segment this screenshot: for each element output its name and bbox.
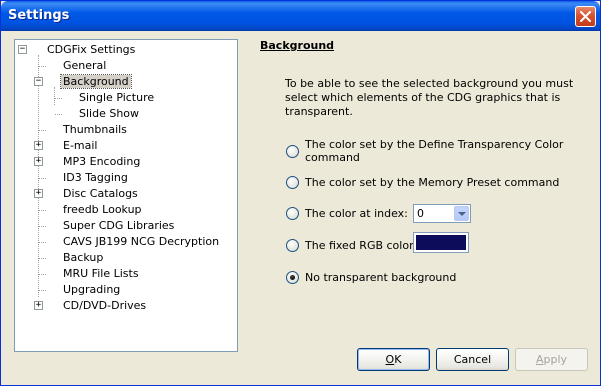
rgb-color-swatch [416, 235, 466, 250]
tree-connector [39, 290, 46, 291]
tree-item[interactable]: Super CDG Libraries [61, 218, 176, 234]
tree-connector [39, 210, 46, 211]
cancel-label: Cancel [453, 353, 492, 366]
tree-item-label: Single Picture [79, 91, 155, 104]
close-button[interactable] [575, 6, 596, 27]
apply-button[interactable]: Apply [515, 348, 588, 371]
option-memory-preset[interactable]: The color set by the Memory Preset comma… [286, 174, 559, 190]
tree-item[interactable]: General [61, 58, 108, 74]
radio-memory-preset[interactable] [286, 175, 299, 189]
apply-label: pply [543, 353, 568, 366]
radio-fixed-rgb[interactable] [286, 238, 299, 252]
tree-connector [39, 274, 46, 275]
panel-description: To be able to see the selected backgroun… [285, 77, 574, 118]
window-title: Settings [8, 8, 70, 23]
ok-label: K [394, 353, 402, 366]
expand-icon[interactable]: + [34, 301, 43, 310]
tree-item-label: CD/DVD-Drives [63, 299, 147, 312]
apply-mnemonic: A [535, 353, 544, 366]
tree-item[interactable]: Background [60, 74, 132, 90]
tree-item-label: MRU File Lists [63, 267, 139, 280]
tree-item[interactable]: Upgrading [61, 282, 122, 298]
radio-color-index[interactable] [286, 206, 299, 220]
tree-connector [54, 87, 55, 105]
tree-item[interactable]: Thumbnails [61, 122, 129, 138]
tree-item-label: E-mail [63, 139, 98, 152]
radio-define-transparency[interactable] [286, 144, 299, 158]
collapse-icon[interactable]: − [34, 77, 43, 86]
option-label: The color at index: [305, 206, 408, 220]
dialog-client-area: − CDGFix Settings General − Background Single… [4, 31, 597, 384]
tree-connector [39, 258, 46, 259]
expand-icon[interactable]: + [34, 157, 43, 166]
panel-title: Background [260, 39, 335, 52]
tree-item[interactable]: Disc Catalogs [61, 186, 140, 202]
tree-item[interactable]: MP3 Encoding [61, 154, 142, 170]
tree-item[interactable]: Slide Show [77, 106, 141, 122]
tree-item-label: freedb Lookup [63, 203, 142, 216]
option-color-index[interactable]: The color at index: [286, 205, 408, 221]
tree-item[interactable]: ID3 Tagging [61, 170, 130, 186]
title-bar[interactable]: Settings [1, 1, 600, 31]
tree-item[interactable]: MRU File Lists [61, 266, 141, 282]
tree-connector [39, 242, 46, 243]
tree-item-label: CDGFix Settings [47, 43, 136, 56]
tree-item-label: Slide Show [79, 107, 140, 120]
tree-item-label: Backup [63, 251, 104, 264]
tree-item-label: Thumbnails [63, 123, 127, 136]
tree-item[interactable]: CD/DVD-Drives [61, 298, 148, 314]
tree-connector [39, 66, 46, 67]
tree-item[interactable]: Backup [61, 250, 105, 266]
ok-mnemonic: O [385, 353, 395, 366]
option-label: The fixed RGB color: [305, 238, 418, 252]
tree-item-label: ID3 Tagging [63, 171, 128, 184]
tree-item-label: Background [60, 74, 132, 89]
chevron-down-icon[interactable] [454, 206, 469, 221]
tree-connector [38, 55, 39, 297]
option-define-transparency[interactable]: The color set by the Define Transparency… [286, 138, 597, 164]
option-label: The color set by the Define Transparency… [305, 138, 564, 164]
collapse-icon[interactable]: − [18, 45, 27, 54]
tree-item-label: Super CDG Libraries [63, 219, 175, 232]
tree-item-label: MP3 Encoding [63, 155, 141, 168]
tree-item-label: General [63, 59, 107, 72]
tree-connector [39, 130, 46, 131]
tree-item-label: Disc Catalogs [63, 187, 138, 200]
tree-item[interactable]: Single Picture [77, 90, 156, 106]
tree-item[interactable]: CDGFix Settings [45, 42, 137, 58]
option-no-transparency[interactable]: No transparent background [286, 269, 456, 285]
radio-no-transparency[interactable] [286, 270, 299, 284]
cancel-button[interactable]: Cancel [436, 348, 509, 371]
tree-item-label: Upgrading [63, 283, 121, 296]
tree-connector [55, 98, 62, 99]
tree-item[interactable]: CAVS JB199 NCG Decryption [61, 234, 221, 250]
settings-tree[interactable]: − CDGFix Settings General − Background Single… [14, 39, 238, 352]
rgb-color-button[interactable] [413, 232, 469, 253]
option-label: The color set by the Memory Preset comma… [305, 175, 560, 189]
option-fixed-rgb[interactable]: The fixed RGB color: [286, 237, 417, 253]
tree-connector [39, 178, 46, 179]
ok-button[interactable]: OK [357, 348, 430, 371]
expand-icon[interactable]: + [34, 189, 43, 198]
tree-connector [55, 114, 62, 115]
option-label: No transparent background [305, 270, 457, 284]
tree-connector [39, 226, 46, 227]
color-index-select[interactable]: 0 [413, 204, 471, 223]
expand-icon[interactable]: + [34, 141, 43, 150]
tree-item-label: CAVS JB199 NCG Decryption [63, 235, 220, 248]
tree-item[interactable]: freedb Lookup [61, 202, 144, 218]
close-icon [580, 11, 591, 22]
color-index-value: 0 [417, 207, 424, 220]
settings-dialog: Settings − CDGFix Settings General − Backgro… [0, 0, 601, 386]
tree-item[interactable]: E-mail [61, 138, 100, 154]
